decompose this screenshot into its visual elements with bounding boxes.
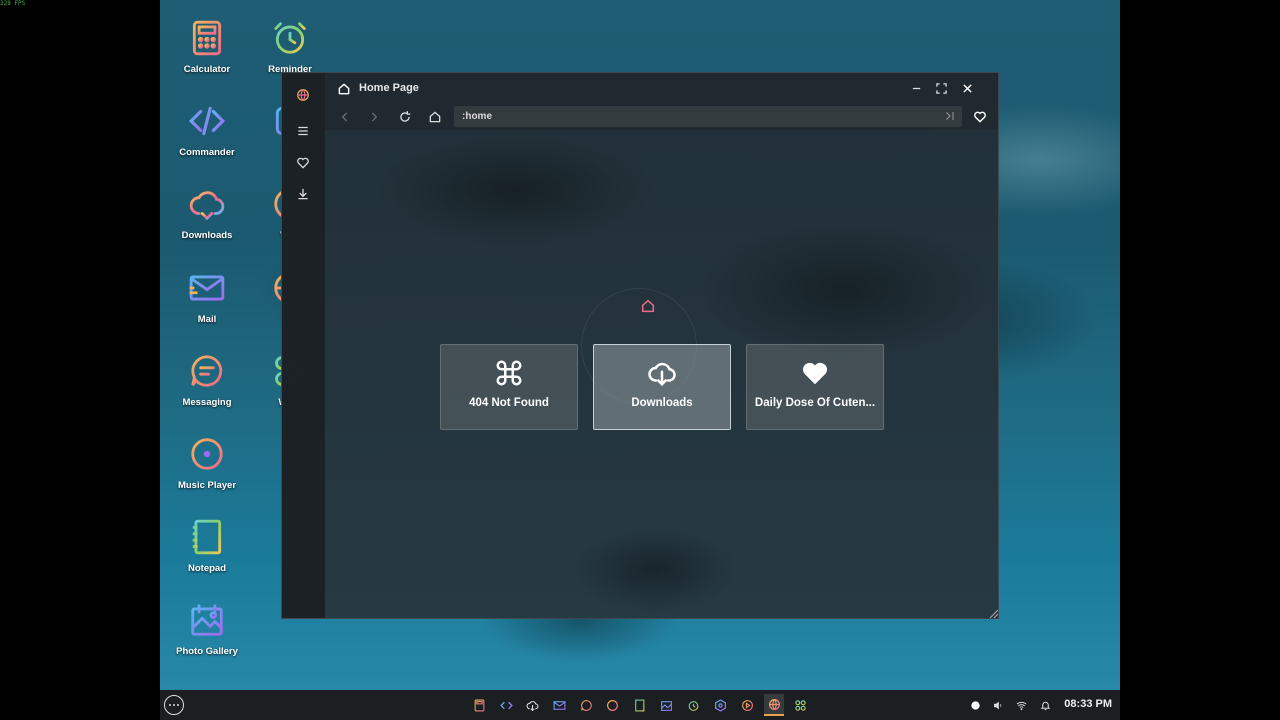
- clock[interactable]: 08:33 PM: [1064, 698, 1112, 710]
- desktop-icon-notepad[interactable]: Notepad: [167, 517, 247, 574]
- title-bar[interactable]: Home Page: [325, 73, 998, 103]
- desktop-icon-label: Mail: [197, 314, 217, 325]
- menu-button[interactable]: [293, 121, 313, 141]
- taskbar-photo-gallery-icon[interactable]: [658, 697, 674, 713]
- close-button[interactable]: [957, 78, 977, 98]
- desktop-icon-label: Commander: [179, 147, 235, 158]
- taskbar-notepad-icon[interactable]: [631, 697, 647, 713]
- globe-button[interactable]: [293, 85, 313, 105]
- maximize-button[interactable]: [931, 78, 951, 98]
- address-bar: [454, 106, 962, 127]
- taskbar-widgets-icon[interactable]: [792, 697, 808, 713]
- home-icon: [630, 288, 666, 324]
- desktop-icon-label: Notepad: [188, 563, 226, 574]
- desktop-icon-mail[interactable]: Mail: [167, 268, 247, 325]
- speed-dial-tile-daily-dose[interactable]: Daily Dose Of Cuten...: [746, 344, 884, 430]
- taskbar: 08:33 PM: [160, 690, 1120, 720]
- heart-icon: [799, 357, 831, 389]
- taskbar-chat-icon[interactable]: [578, 697, 594, 713]
- command-key-icon: [493, 357, 525, 389]
- photo-gallery-icon: [187, 600, 227, 640]
- alarm-clock-icon: [270, 18, 310, 58]
- cloud-download-icon: [646, 357, 678, 389]
- taskbar-browser-icon[interactable]: [764, 694, 784, 716]
- home-page-content: 404 Not Found Downloads Daily Dose Of Cu…: [325, 130, 998, 618]
- home-button[interactable]: [425, 107, 445, 127]
- address-input[interactable]: [462, 109, 932, 124]
- desktop-icon-label: Downloads: [181, 230, 233, 241]
- desktop-icon-messaging[interactable]: Messaging: [167, 351, 247, 408]
- resize-grip-icon[interactable]: [990, 610, 998, 618]
- browser-window: 404 Not Found Downloads Daily Dose Of Cu…: [281, 72, 999, 619]
- volume-icon[interactable]: [991, 698, 1005, 712]
- taskbar-calculator-icon[interactable]: [471, 697, 487, 713]
- taskbar-mail-icon[interactable]: [551, 697, 567, 713]
- chat-icon: [187, 351, 227, 391]
- music-player-icon: [187, 434, 227, 474]
- desktop-icon-music-player[interactable]: Music Player: [167, 434, 247, 491]
- minimize-button[interactable]: [906, 78, 926, 98]
- desktop-icon-calculator[interactable]: Calculator: [167, 18, 247, 75]
- mail-icon: [187, 268, 227, 308]
- browser-sidebar: [282, 73, 325, 618]
- notepad-icon: [187, 517, 227, 557]
- add-favorite-button[interactable]: [970, 107, 990, 127]
- back-button[interactable]: [335, 107, 355, 127]
- navigation-bar: [325, 103, 998, 130]
- fps-counter: 328 FPS: [0, 0, 26, 7]
- speed-dial-tile-downloads[interactable]: Downloads: [593, 344, 731, 430]
- go-button[interactable]: [942, 108, 958, 124]
- tray-status-icon[interactable]: [968, 698, 982, 712]
- notification-bell-icon[interactable]: [1038, 698, 1052, 712]
- tile-label: 404 Not Found: [469, 397, 549, 409]
- downloads-button[interactable]: [293, 184, 313, 204]
- desktop-icon-photo-gallery[interactable]: Photo Gallery: [167, 600, 247, 657]
- desktop-icon-label: Music Player: [177, 480, 237, 491]
- taskbar-music-player-icon[interactable]: [604, 697, 620, 713]
- taskbar-settings-icon[interactable]: [712, 697, 728, 713]
- desktop-icon-downloads[interactable]: Downloads: [167, 184, 247, 241]
- home-page-icon: [337, 82, 351, 96]
- speed-dial-tile-404[interactable]: 404 Not Found: [440, 344, 578, 430]
- taskbar-alarm-clock-icon[interactable]: [685, 697, 701, 713]
- cloud-download-icon: [187, 184, 227, 224]
- desktop-icon-label: Messaging: [182, 397, 232, 408]
- desktop-icon-commander[interactable]: Commander: [167, 101, 247, 158]
- taskbar-code-icon[interactable]: [498, 697, 514, 713]
- code-icon: [187, 101, 227, 141]
- tile-label: Downloads: [631, 397, 693, 409]
- forward-button[interactable]: [364, 107, 384, 127]
- wifi-icon[interactable]: [1014, 698, 1028, 712]
- desktop-icon-label: Calculator: [183, 64, 231, 75]
- desktop-icon-label: Photo Gallery: [176, 646, 238, 657]
- reload-button[interactable]: [395, 107, 415, 127]
- tile-label: Daily Dose Of Cuten...: [754, 397, 876, 409]
- calculator-icon: [187, 18, 227, 58]
- desktop-icon-reminder[interactable]: Reminder: [250, 18, 330, 75]
- favorites-button[interactable]: [293, 153, 313, 173]
- screen: 328 FPS Calculator Commander Downloads M…: [0, 0, 1280, 720]
- window-title: Home Page: [359, 82, 419, 94]
- taskbar-video-icon[interactable]: [739, 697, 755, 713]
- start-menu-button[interactable]: [164, 695, 184, 715]
- taskbar-cloud-download-icon[interactable]: [524, 697, 540, 713]
